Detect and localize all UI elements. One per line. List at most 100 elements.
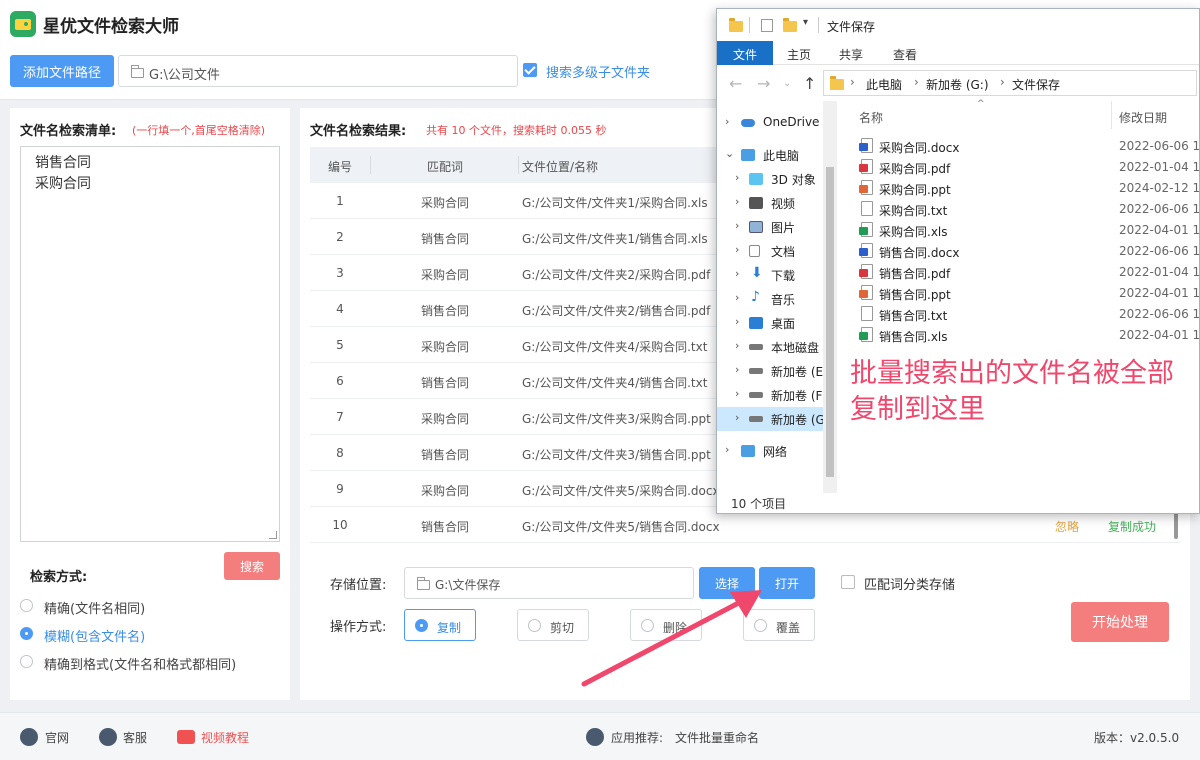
col-modified-date[interactable]: 修改日期 — [1119, 109, 1167, 126]
mode-exact-radio[interactable] — [20, 599, 33, 612]
tree-item-music[interactable]: › ♪ 音乐 — [717, 287, 823, 311]
classify-label[interactable]: 匹配词分类存储 — [864, 574, 955, 593]
ribbon-tab-share[interactable]: 共享 — [839, 41, 863, 65]
service-link[interactable]: 客服 — [123, 729, 147, 746]
row-keyword: 销售合同 — [420, 304, 469, 318]
row-number: 2 — [336, 230, 344, 244]
tree-item-pictures[interactable]: › 图片 — [717, 215, 823, 239]
tree-item-drive-g[interactable]: › 新加卷 (G — [717, 407, 825, 431]
row-keyword: 采购合同 — [420, 412, 469, 426]
new-folder-icon[interactable] — [783, 18, 797, 32]
tree-item-documents[interactable]: › 文档 — [717, 239, 823, 263]
row-keyword: 采购合同 — [420, 196, 469, 210]
row-path: G:/公司文件/文件夹3/采购合同.ppt — [522, 412, 711, 426]
tree-item-drive-f[interactable]: › 新加卷 (F — [717, 383, 823, 407]
video-icon — [749, 197, 763, 209]
tree-item-desktop[interactable]: › 桌面 — [717, 311, 823, 335]
tree-item-3d-objects[interactable]: › 3D 对象 — [717, 167, 823, 191]
file-item[interactable]: 销售合同.ppt 2022-04-01 16 — [841, 282, 1199, 303]
mode-format-label[interactable]: 精确到格式(文件名和格式都相同) — [44, 654, 236, 673]
result-section-title: 文件名检索结果: — [310, 124, 407, 139]
tree-item-this-pc[interactable]: ⌄ 此电脑 — [717, 143, 823, 167]
row-keyword: 采购合同 — [420, 484, 469, 498]
tree-item-onedrive[interactable]: › OneDrive — [717, 111, 823, 135]
tree-item-local-disk[interactable]: › 本地磁盘 — [717, 335, 823, 359]
properties-icon[interactable] — [761, 19, 773, 32]
ribbon-tab-view[interactable]: 查看 — [893, 41, 917, 65]
save-location-label: 存储位置: — [330, 578, 387, 593]
breadcrumb-drive[interactable]: 新加卷 (G:) — [926, 76, 989, 93]
quick-access-dropdown-icon[interactable]: ▾ — [803, 17, 808, 28]
op-copy-option[interactable]: 复制 — [404, 609, 476, 641]
breadcrumb-pc[interactable]: 此电脑 — [866, 76, 902, 93]
save-location-text: G:\文件保存 — [435, 578, 501, 592]
ppt-file-icon — [859, 180, 873, 195]
search-button[interactable]: 搜索 — [224, 552, 280, 580]
file-item[interactable]: 销售合同.xls 2022-04-01 16 — [841, 324, 1199, 345]
drive-icon — [749, 416, 763, 422]
back-arrow-icon[interactable]: ← — [729, 74, 742, 93]
resize-grip-icon[interactable] — [269, 531, 277, 539]
folder-icon — [130, 65, 144, 78]
subfolder-label[interactable]: 搜索多级子文件夹 — [546, 62, 650, 81]
file-item[interactable]: 采购合同.ppt 2024-02-12 12 — [841, 177, 1199, 198]
pdf-file-icon — [859, 159, 873, 174]
keyword-textarea[interactable]: 销售合同 采购合同 — [20, 146, 280, 542]
row-path: G:/公司文件/文件夹3/销售合同.ppt — [522, 448, 711, 462]
add-path-button[interactable]: 添加文件路径 — [10, 55, 114, 87]
row-result-status: 复制成功 — [1108, 520, 1157, 534]
start-process-button[interactable]: 开始处理 — [1071, 602, 1169, 642]
keyword-hint: (一行填一个,首尾空格清除) — [132, 124, 266, 137]
tree-item-videos[interactable]: › 视频 — [717, 191, 823, 215]
file-item[interactable]: 销售合同.pdf 2022-01-04 15 — [841, 261, 1199, 282]
file-item[interactable]: 采购合同.pdf 2022-01-04 15 — [841, 156, 1199, 177]
ribbon-tab-home[interactable]: 主页 — [787, 41, 811, 65]
address-bar[interactable]: › 此电脑 › 新加卷 (G:) › 文件保存 — [823, 70, 1197, 96]
excel-file-icon — [859, 222, 873, 237]
row-number: 8 — [336, 446, 344, 460]
mode-format-radio[interactable] — [20, 655, 33, 668]
file-item[interactable]: 销售合同.docx 2022-06-06 14 — [841, 240, 1199, 261]
version-text: 版本：v2.0.5.0 — [1094, 731, 1180, 745]
file-list-header: 名称 ^ 修改日期 — [841, 99, 1199, 129]
file-item[interactable]: 采购合同.docx 2022-06-06 14 — [841, 135, 1199, 156]
tree-scrollbar[interactable] — [823, 101, 837, 493]
subfolder-checkbox[interactable] — [523, 63, 537, 77]
source-path-input[interactable]: G:\公司文件 — [118, 55, 518, 87]
explorer-status-bar: 10 个项目 — [731, 497, 787, 511]
row-keyword: 销售合同 — [420, 448, 469, 462]
network-icon — [741, 445, 755, 457]
up-arrow-icon[interactable]: ↑ — [803, 74, 816, 93]
row-skip-status: 忽略 — [1055, 520, 1080, 534]
forward-arrow-icon[interactable]: → — [757, 74, 770, 93]
row-number: 1 — [336, 194, 344, 208]
tree-item-drive-e[interactable]: › 新加卷 (E — [717, 359, 823, 383]
file-item[interactable]: 采购合同.xls 2022-04-01 16 — [841, 219, 1199, 240]
recent-dropdown-icon[interactable]: ⌄ — [783, 78, 791, 89]
ribbon-tab-file[interactable]: 文件 — [717, 41, 773, 65]
video-tutorial-link[interactable]: 视频教程 — [201, 729, 249, 746]
website-link[interactable]: 官网 — [45, 729, 69, 746]
mode-exact-label[interactable]: 精确(文件名相同) — [44, 598, 145, 617]
cube-icon — [749, 173, 763, 185]
file-item[interactable]: 销售合同.txt 2022-06-06 14 — [841, 303, 1199, 324]
tree-item-downloads[interactable]: › ⬇ 下载 — [717, 263, 823, 287]
row-path: G:/公司文件/文件夹4/销售合同.txt — [522, 376, 708, 390]
row-path: G:/公司文件/文件夹1/采购合同.xls — [522, 196, 708, 210]
mode-fuzzy-radio[interactable] — [20, 627, 33, 640]
text-file-icon — [861, 201, 873, 216]
music-icon: ♪ — [751, 289, 760, 305]
recommend-app-link[interactable]: 文件批量重命名 — [675, 729, 759, 746]
tree-item-network[interactable]: › 网络 — [717, 439, 823, 463]
breadcrumb-folder[interactable]: 文件保存 — [1012, 76, 1060, 93]
file-item[interactable]: 采购合同.txt 2022-06-06 14 — [841, 198, 1199, 219]
classify-checkbox[interactable] — [841, 575, 855, 589]
document-icon — [749, 245, 760, 257]
mode-fuzzy-label[interactable]: 模糊(包含文件名) — [44, 626, 145, 645]
col-name[interactable]: 名称 — [859, 109, 883, 126]
chat-icon — [99, 728, 117, 746]
row-path: G:/公司文件/文件夹1/销售合同.xls — [522, 232, 708, 246]
keyword-line: 采购合同 — [35, 176, 91, 192]
explorer-ribbon: 文件 主页 共享 查看 — [717, 41, 1199, 65]
navigation-tree: › OneDrive ⌄ 此电脑 › 3D 对象 › 视频 › 图片 › 文档 — [717, 101, 835, 491]
